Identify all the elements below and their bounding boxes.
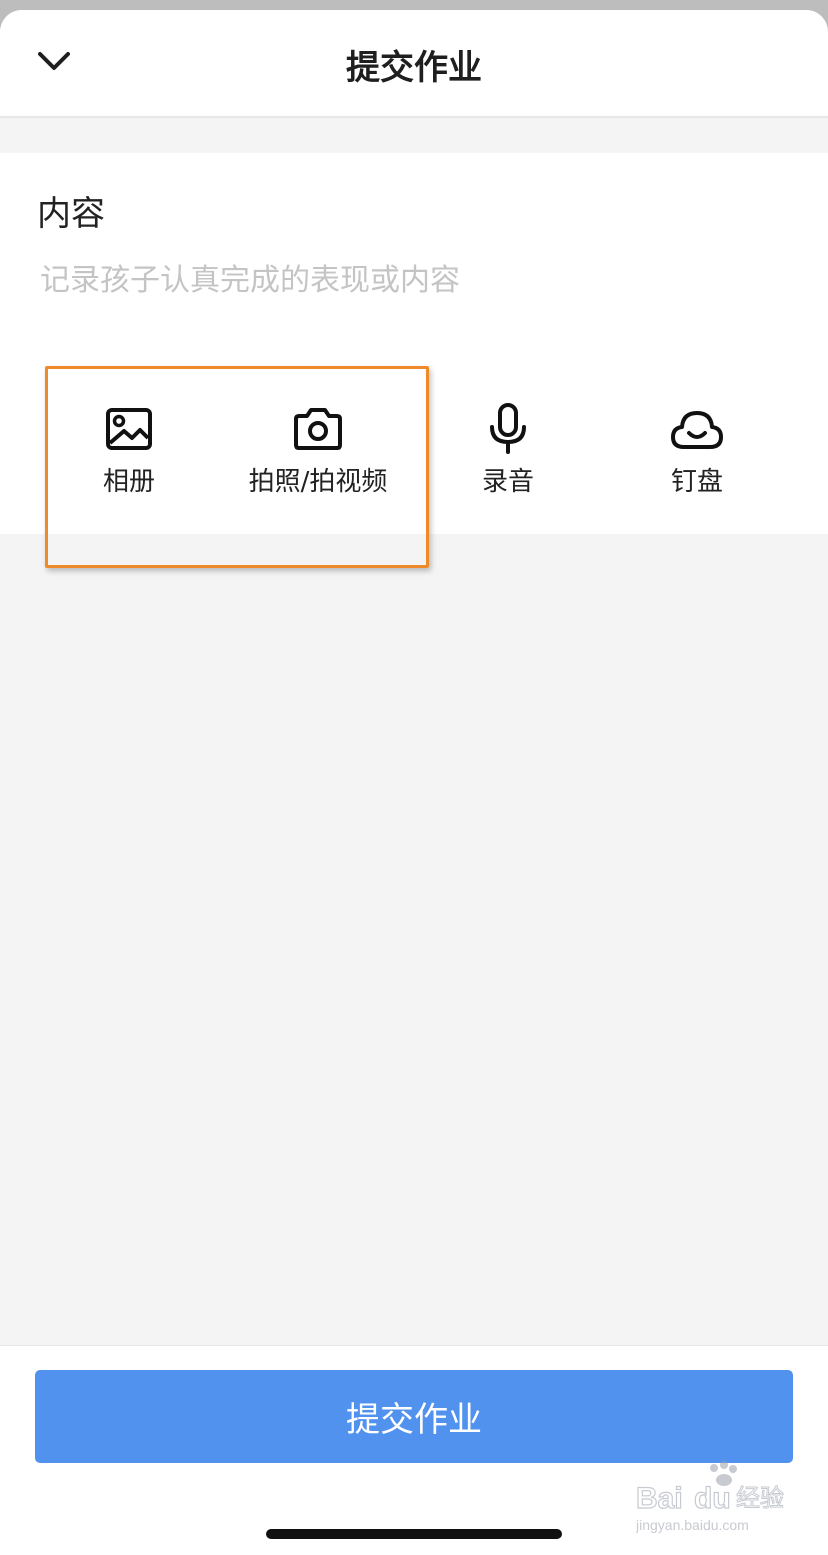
home-indicator	[266, 1529, 562, 1539]
svg-text:du: du	[694, 1482, 731, 1515]
bottom-sheet: 提交作业 内容 相册 拍照/拍视频 录音	[0, 10, 828, 1555]
baidu-jingyan-watermark: Bai du 经验 jingyan.baidu.com	[636, 1461, 785, 1533]
header: 提交作业	[0, 10, 828, 118]
dingpan-button[interactable]: 钉盘	[597, 403, 797, 498]
page-title: 提交作业	[346, 48, 482, 88]
microphone-icon	[490, 403, 526, 454]
annotation-highlight-box	[45, 366, 429, 568]
cloud-icon	[671, 411, 723, 449]
svg-text:jingyan.baidu.com: jingyan.baidu.com	[636, 1517, 749, 1533]
dingpan-label: 钉盘	[670, 467, 723, 497]
submit-button[interactable]: 提交作业	[35, 1370, 793, 1463]
svg-text:经验: 经验	[736, 1484, 784, 1512]
content-input[interactable]	[40, 257, 780, 303]
svg-text:Bai: Bai	[636, 1482, 683, 1515]
record-label: 录音	[481, 467, 534, 497]
record-button[interactable]: 录音	[408, 403, 608, 498]
content-label: 内容	[37, 194, 105, 234]
